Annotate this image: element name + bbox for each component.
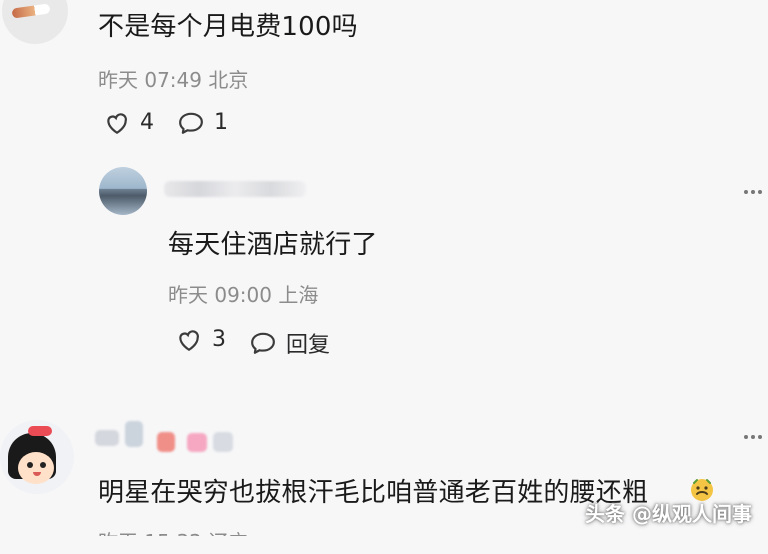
reply-comment-text: 每天住酒店就行了 <box>168 230 378 260</box>
heart-icon <box>107 112 127 134</box>
top-like-count: 4 <box>140 110 154 135</box>
top-comment-meta: 昨天 07:49 北京 <box>98 68 249 92</box>
reply-username-blurred <box>164 181 306 197</box>
reply-more-button[interactable] <box>744 190 768 196</box>
more-dots-icon <box>744 190 748 194</box>
reply-reply-label: 回复 <box>286 333 331 358</box>
top-comment-avatar[interactable] <box>2 0 68 44</box>
bottom-comment-text: 明星在哭穷也拔根汗毛比咱普通老百姓的腰还粗 <box>98 478 649 508</box>
reply-user-avatar[interactable] <box>99 167 147 215</box>
top-like-button[interactable]: 4 <box>104 110 154 135</box>
watermark-label: 头条 @纵观人间事 <box>585 502 752 526</box>
avatar-eye-left <box>27 462 33 468</box>
more-dots-icon <box>744 435 748 439</box>
top-reply-count: 1 <box>214 110 228 135</box>
top-comment-text: 不是每个月电费100吗 <box>98 12 358 42</box>
avatar-eye-right <box>40 462 46 468</box>
bottom-comment-meta: 昨天 15:32 辽宁 <box>98 530 249 554</box>
chat-bubble-icon <box>251 332 275 354</box>
heart-icon <box>179 329 199 351</box>
avatar-bow <box>28 426 52 436</box>
bottom-username-blurred <box>95 418 235 456</box>
bottom-more-button[interactable] <box>744 435 768 441</box>
avatar-face <box>18 452 54 484</box>
reply-reply-button[interactable]: 回复 <box>250 327 330 359</box>
reply-like-button[interactable]: 3 <box>176 327 226 352</box>
reply-like-count: 3 <box>212 327 226 352</box>
top-reply-button[interactable]: 1 <box>178 110 228 135</box>
reply-comment-meta: 昨天 09:00 上海 <box>168 283 319 307</box>
chat-bubble-icon <box>179 112 203 134</box>
